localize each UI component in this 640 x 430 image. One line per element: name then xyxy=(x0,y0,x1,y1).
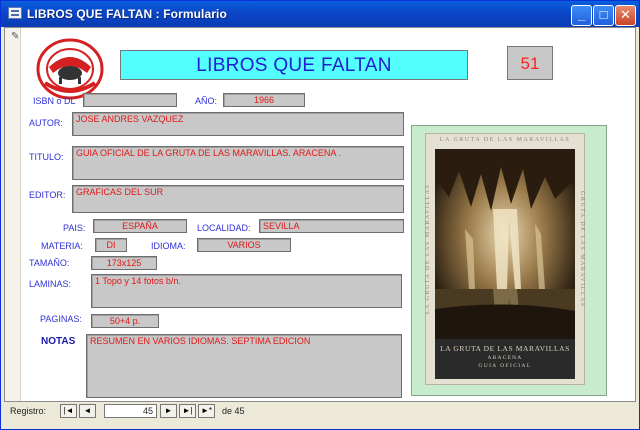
anio-label: AÑO: xyxy=(195,96,218,106)
cover-title-band: LA GRUTA DE LAS MARAVILLAS ARACENA GUIA … xyxy=(435,339,575,379)
cover-band-title: LA GRUTA DE LAS MARAVILLAS xyxy=(440,344,570,353)
paginas-label: PAGINAS: xyxy=(40,314,82,324)
next-record-button[interactable]: ► xyxy=(160,404,177,418)
notas-field[interactable]: RESUMEN EN VARIOS IDIOMAS. SEPTIMA EDICI… xyxy=(86,334,402,398)
idioma-label: IDIOMA: xyxy=(151,241,186,251)
first-record-button[interactable]: |◄ xyxy=(60,404,77,418)
cover-side-left-text: LA GRUTA DE LAS MARAVILLAS xyxy=(425,183,431,315)
cover-image-frame: LA GRUTA DE LAS MARAVILLAS LA GRUTA DE L… xyxy=(411,125,607,396)
anio-field[interactable]: 1966 xyxy=(223,93,305,107)
idioma-field[interactable]: VARIOS xyxy=(197,238,291,252)
form-icon xyxy=(8,7,22,19)
autor-field[interactable]: JOSE ANDRES VAZQUEZ xyxy=(72,112,404,136)
last-record-button[interactable]: ►| xyxy=(179,404,196,418)
materia-field[interactable]: DI xyxy=(95,238,127,252)
isbn-label: ISBN o DL xyxy=(33,96,76,106)
titulo-label: TITULO: xyxy=(29,152,64,162)
book-cover-image: LA GRUTA DE LAS MARAVILLAS LA GRUTA DE L… xyxy=(425,133,585,385)
isbn-field[interactable] xyxy=(83,93,177,107)
window-title: LIBROS QUE FALTAN : Formulario xyxy=(27,7,227,21)
minimize-button[interactable]: _ xyxy=(571,5,592,26)
editor-field[interactable]: GRAFICAS DEL SUR xyxy=(72,185,404,213)
localidad-field[interactable]: SEVILLA xyxy=(259,219,404,233)
cave-photo xyxy=(435,149,575,339)
form-body: ✎ LIBROS QUE FALTAN 51 ISBN o DL AÑO: 19… xyxy=(4,27,636,402)
new-record-button[interactable]: ►* xyxy=(198,404,215,418)
current-record-input[interactable]: 45 xyxy=(104,404,157,418)
previous-record-button[interactable]: ◄ xyxy=(79,404,96,418)
status-bar xyxy=(4,420,636,428)
titulo-field[interactable]: GUIA OFICIAL DE LA GRUTA DE LAS MARAVILL… xyxy=(72,146,404,180)
maximize-button[interactable]: □ xyxy=(593,5,614,26)
pais-field[interactable]: ESPAÑA xyxy=(93,219,187,233)
record-total: de 45 xyxy=(222,406,245,416)
library-logo xyxy=(36,38,104,100)
record-selector[interactable]: ✎ xyxy=(5,28,21,401)
cover-side-right-text: GRUTA DE LAS MARAVILLAS xyxy=(579,190,585,308)
editor-label: EDITOR: xyxy=(29,190,66,200)
pais-label: PAIS: xyxy=(63,223,86,233)
laminas-field[interactable]: 1 Topo y 14 fotos b/n. xyxy=(91,274,402,308)
materia-label: MATERIA: xyxy=(41,241,83,251)
record-label: Registro: xyxy=(10,406,47,416)
paginas-field[interactable]: 50+4 p. xyxy=(91,314,159,328)
record-navigation-bar: Registro: |◄ ◄ 45 ► ►| ►* de 45 xyxy=(4,403,636,419)
access-form-window: LIBROS QUE FALTAN : Formulario _ □ ✕ ✎ L… xyxy=(0,0,640,430)
close-button[interactable]: ✕ xyxy=(615,5,636,26)
pencil-icon: ✎ xyxy=(11,31,20,42)
tamano-label: TAMAÑO: xyxy=(29,258,70,268)
cover-top-text: LA GRUTA DE LAS MARAVILLAS xyxy=(439,137,571,143)
form-heading: LIBROS QUE FALTAN xyxy=(120,50,468,80)
cover-band-sub: GUIA OFICIAL xyxy=(478,363,532,369)
localidad-label: LOCALIDAD: xyxy=(197,223,251,233)
title-bar[interactable]: LIBROS QUE FALTAN : Formulario _ □ ✕ xyxy=(1,1,639,27)
notas-label: NOTAS xyxy=(41,336,76,347)
laminas-label: LAMINAS: xyxy=(29,279,72,289)
tamano-field[interactable]: 173x125 xyxy=(91,256,157,270)
autor-label: AUTOR: xyxy=(29,118,63,128)
record-count: 51 xyxy=(507,46,553,80)
cover-band-place: ARACENA xyxy=(487,355,523,361)
